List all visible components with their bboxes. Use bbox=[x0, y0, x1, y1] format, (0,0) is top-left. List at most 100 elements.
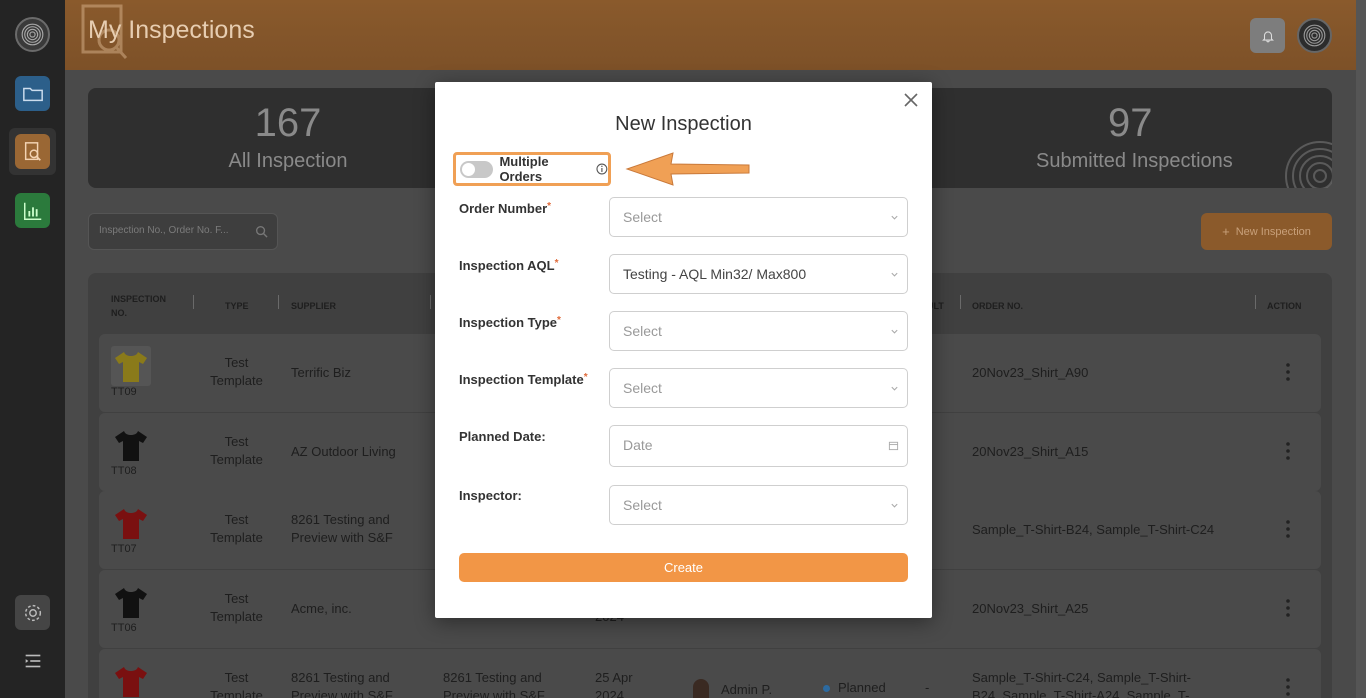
header: My Inspections bbox=[65, 0, 1356, 70]
inspection-code: TT06 bbox=[111, 622, 137, 634]
planned-date-label: Planned Date: bbox=[459, 429, 546, 444]
type-cell: Test Template bbox=[210, 434, 263, 467]
chevron-down-icon bbox=[891, 272, 898, 277]
date-cell: 25 Apr 2024 bbox=[595, 670, 633, 698]
inspection-template-label: Inspection Template* bbox=[459, 372, 588, 387]
type-cell: Test Template bbox=[210, 355, 263, 388]
fingerprint-logo-icon[interactable] bbox=[15, 17, 50, 52]
th-supplier[interactable]: SUPPLIER bbox=[291, 299, 336, 313]
inspection-type-select[interactable]: Select bbox=[609, 311, 908, 351]
th-action[interactable]: ACTION bbox=[1267, 299, 1302, 313]
type-cell: Test Template bbox=[210, 591, 263, 624]
th-inspection-no[interactable]: INSPECTION NO. bbox=[111, 292, 181, 320]
inspection-search-icon[interactable] bbox=[15, 134, 50, 169]
inspection-template-select[interactable]: Select bbox=[609, 368, 908, 408]
fingerprint-icon bbox=[1285, 141, 1332, 188]
chevron-down-icon bbox=[891, 503, 898, 508]
order-number-value: Select bbox=[623, 209, 662, 225]
calendar-icon bbox=[888, 441, 899, 451]
result-cell: - bbox=[925, 680, 930, 695]
inspection-code: TT07 bbox=[111, 543, 137, 555]
inspection-code: TT09 bbox=[111, 386, 137, 398]
stat-all-count: 167 bbox=[254, 101, 322, 145]
inspection-aql-select[interactable]: Testing - AQL Min32/ Max800 bbox=[609, 254, 908, 294]
inspection-type-label: Inspection Type* bbox=[459, 315, 561, 330]
more-options-icon[interactable] bbox=[1286, 441, 1290, 461]
order-cell: 20Nov23_Shirt_A90 bbox=[972, 365, 1089, 380]
close-icon[interactable] bbox=[901, 90, 921, 110]
supplier-cell-2: 8261 Testing and Preview with S&F bbox=[443, 670, 545, 698]
inspector-select[interactable]: Select bbox=[609, 485, 908, 525]
status-text: Planned bbox=[838, 680, 886, 695]
stat-submitted-inspections[interactable]: 97 Submitted Inspections bbox=[880, 88, 1332, 188]
sidebar bbox=[0, 0, 65, 698]
folder-icon[interactable] bbox=[15, 76, 50, 111]
chevron-down-icon bbox=[891, 215, 898, 220]
column-divider bbox=[960, 295, 961, 309]
chevron-down-icon bbox=[891, 386, 898, 391]
supplier-cell: AZ Outdoor Living bbox=[291, 444, 396, 459]
gear-icon[interactable] bbox=[15, 595, 50, 630]
inspector-cell: Admin P. bbox=[693, 679, 772, 698]
menu-collapse-icon[interactable] bbox=[15, 643, 50, 678]
page-title: My Inspections bbox=[88, 16, 255, 44]
order-cell: Sample_T-Shirt-C24, Sample_T-Shirt-B24, … bbox=[972, 670, 1191, 698]
tshirt-thumbnail bbox=[115, 431, 147, 461]
search-icon bbox=[255, 225, 268, 238]
more-options-icon[interactable] bbox=[1286, 362, 1290, 382]
column-divider bbox=[1255, 295, 1256, 309]
supplier-cell: Acme, inc. bbox=[291, 601, 352, 616]
status-dot bbox=[823, 685, 830, 692]
type-cell: Test Template bbox=[210, 670, 263, 698]
plus-icon: + bbox=[1222, 224, 1230, 239]
more-options-icon[interactable] bbox=[1286, 519, 1290, 539]
order-number-select[interactable]: Select bbox=[609, 197, 908, 237]
new-inspection-modal: New Inspection Multiple Orders Order Num… bbox=[435, 82, 932, 618]
column-divider bbox=[430, 295, 431, 309]
inspection-template-value: Select bbox=[623, 380, 662, 396]
supplier-cell: 8261 Testing and Preview with S&F bbox=[291, 512, 393, 545]
chart-icon[interactable] bbox=[15, 193, 50, 228]
new-inspection-button[interactable]: + New Inspection bbox=[1201, 213, 1332, 250]
tshirt-thumbnail bbox=[115, 509, 147, 539]
column-divider bbox=[193, 295, 194, 309]
supplier-cell: Terrific Biz bbox=[291, 365, 351, 380]
tshirt-thumbnail bbox=[111, 346, 151, 386]
user-avatar[interactable] bbox=[1297, 18, 1332, 53]
inspector-value: Select bbox=[623, 497, 662, 513]
bell-icon[interactable] bbox=[1250, 18, 1285, 53]
column-divider bbox=[278, 295, 279, 309]
order-cell: Sample_T-Shirt-B24, Sample_T-Shirt-C24 bbox=[972, 522, 1215, 537]
th-type[interactable]: TYPE bbox=[225, 299, 249, 313]
multiple-orders-toggle[interactable]: Multiple Orders bbox=[453, 152, 611, 186]
planned-date-value: Date bbox=[623, 437, 653, 453]
tshirt-thumbnail bbox=[115, 588, 147, 618]
toggle-label: Multiple Orders bbox=[499, 154, 549, 184]
stat-all-inspection[interactable]: 167 All Inspection bbox=[88, 88, 488, 188]
th-order-no[interactable]: ORDER NO. bbox=[972, 299, 1023, 313]
stat-submitted-count: 97 bbox=[1108, 101, 1153, 145]
planned-date-input[interactable]: Date bbox=[609, 425, 908, 467]
modal-title: New Inspection bbox=[615, 113, 752, 135]
create-button[interactable]: Create bbox=[459, 553, 908, 582]
inspector-label: Inspector: bbox=[459, 488, 522, 503]
arrow-pointer-icon bbox=[625, 152, 750, 186]
inspector-name: Admin P. bbox=[721, 682, 773, 697]
inspector-avatar bbox=[693, 679, 709, 698]
more-options-icon[interactable] bbox=[1286, 598, 1290, 618]
toggle-switch[interactable] bbox=[460, 160, 494, 178]
search-input[interactable]: Inspection No., Order No. F... bbox=[88, 213, 278, 250]
supplier-cell: 8261 Testing and Preview with S&F bbox=[291, 670, 393, 698]
tshirt-thumbnail bbox=[115, 667, 147, 697]
table-row[interactable]: Test Template 8261 Testing and Preview w… bbox=[99, 649, 1321, 698]
order-cell: 20Nov23_Shirt_A15 bbox=[972, 444, 1089, 459]
toggle-knob bbox=[462, 162, 475, 176]
info-icon[interactable] bbox=[596, 163, 608, 175]
new-inspection-label: New Inspection bbox=[1235, 225, 1311, 238]
inspection-aql-value: Testing - AQL Min32/ Max800 bbox=[623, 266, 807, 282]
scrollbar[interactable] bbox=[1356, 0, 1366, 698]
chevron-down-icon bbox=[891, 329, 898, 334]
stat-all-label: All Inspection bbox=[228, 150, 348, 172]
more-options-icon[interactable] bbox=[1286, 677, 1290, 697]
inspection-type-value: Select bbox=[623, 323, 662, 339]
